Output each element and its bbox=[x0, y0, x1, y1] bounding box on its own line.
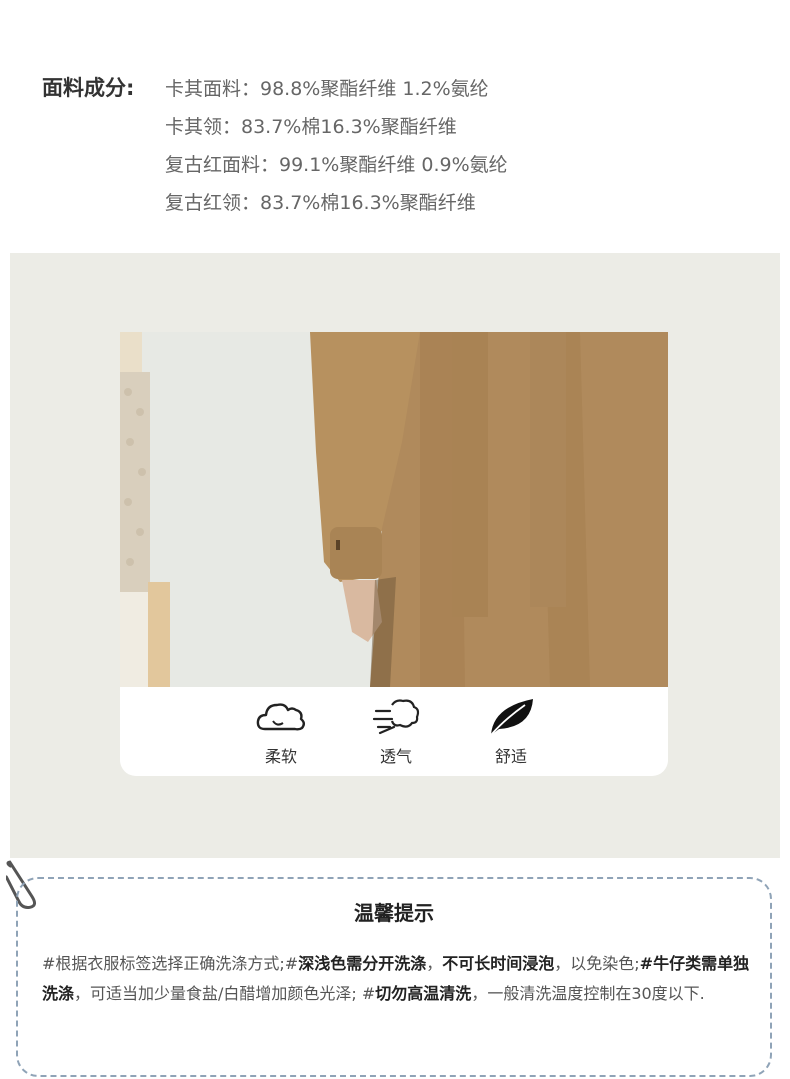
feature-soft: 柔软 bbox=[236, 697, 326, 767]
feature-bar: 柔软 透气 舒适 bbox=[120, 687, 668, 776]
feature-label: 柔软 bbox=[264, 747, 297, 766]
leaf-icon bbox=[490, 699, 533, 736]
feature-label: 舒适 bbox=[494, 747, 527, 766]
wind-icon bbox=[372, 699, 420, 735]
coat-photo-illustration bbox=[120, 332, 668, 687]
tips-text: ， bbox=[426, 954, 443, 973]
tips-text: ，可适当加少量食盐/白醋增加颜色光泽; # bbox=[74, 984, 376, 1003]
tips-text: ，以免染色; bbox=[554, 954, 640, 973]
tips-text: #根据衣服标签选择正确洗涤方式;# bbox=[42, 954, 299, 973]
fabric-line: 复古红面料：99.1%聚酯纤维 0.9%氨纶 bbox=[165, 154, 508, 176]
tips-emphasis: 深浅色需分开洗涤 bbox=[298, 954, 427, 973]
fabric-label: 面料成分: bbox=[42, 76, 135, 100]
product-photo-panel: 柔软 透气 舒适 bbox=[10, 253, 780, 858]
cloud-icon bbox=[256, 703, 305, 731]
tips-text: ，一般清洗温度控制在30度以下. bbox=[471, 984, 705, 1003]
feature-breathable: 透气 bbox=[351, 697, 441, 767]
feature-comfort: 舒适 bbox=[466, 697, 556, 767]
fabric-line: 复古红领：83.7%棉16.3%聚酯纤维 bbox=[165, 192, 476, 214]
feature-label: 透气 bbox=[379, 747, 412, 766]
fabric-line: 卡其领：83.7%棉16.3%聚酯纤维 bbox=[165, 116, 457, 138]
tips-box: 温馨提示 #根据衣服标签选择正确洗涤方式;#深浅色需分开洗涤，不可长时间浸泡，以… bbox=[16, 877, 772, 1077]
product-photo bbox=[120, 332, 668, 687]
fabric-lines: 卡其面料：98.8%聚酯纤维 1.2%氨纶 卡其领：83.7%棉16.3%聚酯纤… bbox=[165, 70, 508, 222]
tips-emphasis: 切勿高温清洗 bbox=[375, 984, 472, 1003]
tips-body: #根据衣服标签选择正确洗涤方式;#深浅色需分开洗涤，不可长时间浸泡，以免染色;#… bbox=[42, 949, 752, 1009]
tips-title: 温馨提示 bbox=[354, 901, 434, 925]
fabric-line: 卡其面料：98.8%聚酯纤维 1.2%氨纶 bbox=[165, 78, 489, 100]
tips-emphasis: 不可长时间浸泡 bbox=[442, 954, 555, 973]
